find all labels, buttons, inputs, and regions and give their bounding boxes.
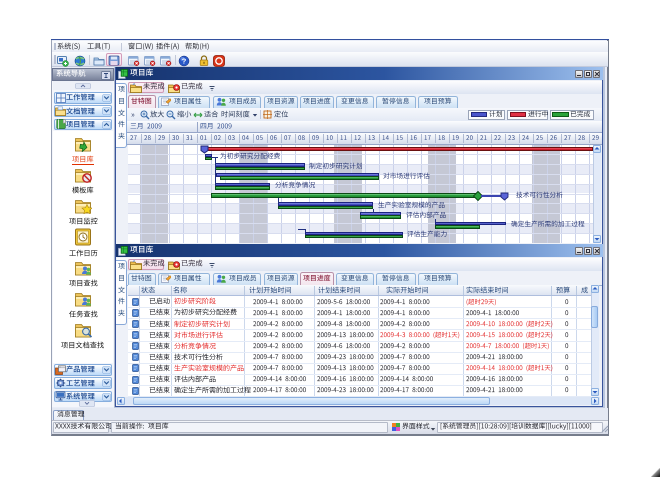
svg-text:?: ? bbox=[181, 56, 186, 65]
